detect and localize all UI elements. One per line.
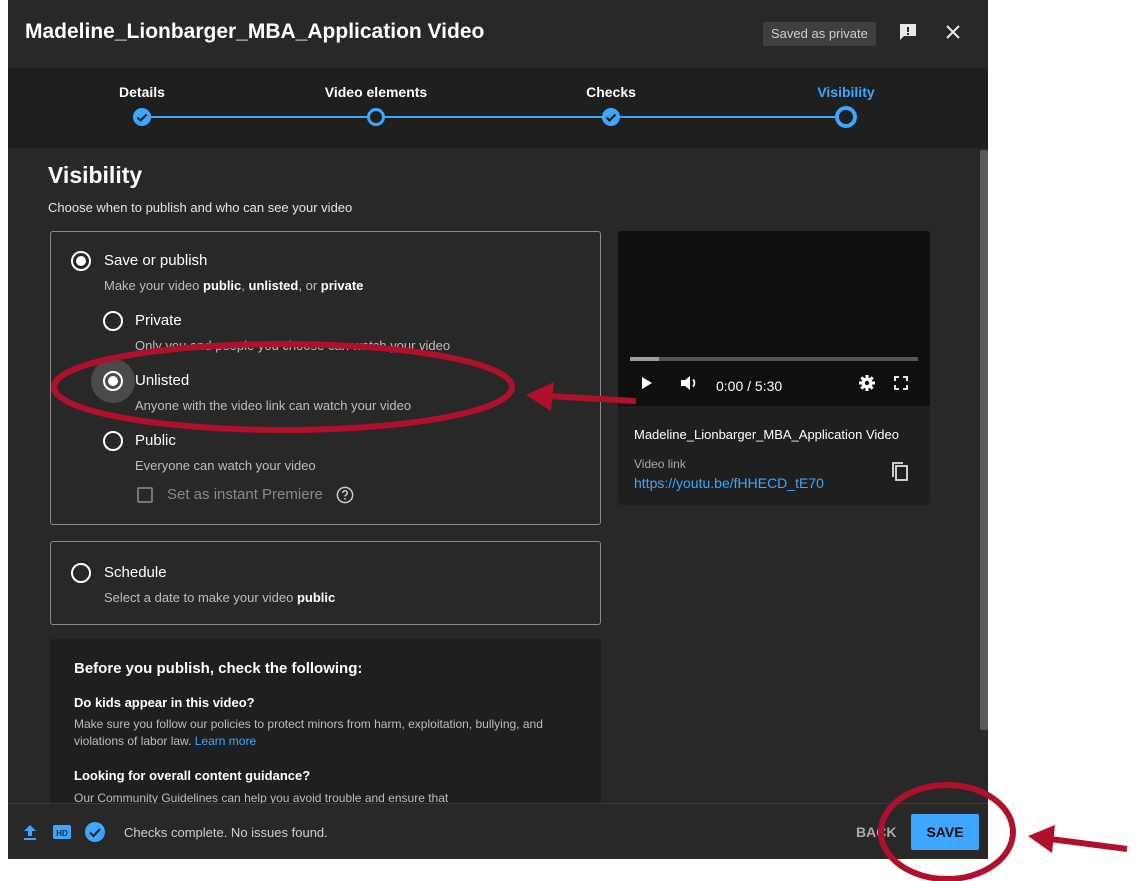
save-arrow-line (1049, 836, 1128, 852)
settings-gear-icon[interactable] (857, 373, 877, 393)
video-time: 0:00 / 5:30 (716, 378, 783, 394)
back-button[interactable]: BACK (856, 824, 896, 840)
video-progress-bar[interactable] (630, 357, 918, 361)
video-link[interactable]: https://youtu.be/fHHECD_tE70 (634, 475, 824, 491)
stepper-line (150, 116, 846, 118)
private-label: Private (135, 312, 182, 329)
save-or-publish-desc: Make your video public, unlisted, or pri… (104, 278, 364, 293)
schedule-desc: Select a date to make your video public (104, 590, 336, 605)
learn-more-link[interactable]: Learn more (195, 734, 256, 748)
instant-premiere-label: Set as instant Premiere (167, 486, 323, 503)
unlisted-desc: Anyone with the video link can watch you… (135, 398, 412, 413)
scrollbar[interactable] (980, 150, 988, 730)
private-desc: Only you and people you choose can watch… (135, 338, 451, 353)
checklist-question-kids: Do kids appear in this video? (74, 695, 255, 710)
publish-checklist: Before you publish, check the following:… (50, 639, 601, 803)
public-label: Public (135, 432, 176, 449)
video-preview-card: 0:00 / 5:30 Madeline_Lionbarger_MBA_Appl… (618, 231, 930, 505)
video-title: Madeline_Lionbarger_MBA_Application Vide… (634, 427, 899, 442)
dialog-footer: HD Checks complete. No issues found. BAC… (8, 803, 988, 859)
upload-dialog: Madeline_Lionbarger_MBA_Application Vide… (8, 0, 988, 859)
schedule-label: Schedule (104, 564, 167, 581)
page-title: Visibility (48, 162, 143, 188)
schedule-card: Schedule Select a date to make your vide… (50, 541, 601, 625)
hd-icon: HD (53, 825, 71, 839)
save-or-publish-card: Save or publish Make your video public, … (50, 231, 601, 525)
checklist-text-kids: Make sure you follow our policies to pro… (74, 717, 543, 748)
instant-premiere-checkbox[interactable] (137, 487, 153, 503)
save-or-publish-radio[interactable] (71, 251, 91, 271)
private-radio[interactable] (103, 311, 123, 331)
checklist-text-guidance: Our Community Guidelines can help you av… (74, 791, 449, 803)
svg-text:HD: HD (56, 829, 68, 838)
fullscreen-icon[interactable] (892, 373, 910, 393)
unlisted-radio[interactable] (103, 371, 123, 391)
checks-complete-icon (85, 822, 105, 842)
saved-status-badge: Saved as private (763, 22, 876, 46)
step-details[interactable]: Details (72, 84, 212, 100)
checklist-question-guidance: Looking for overall content guidance? (74, 768, 311, 783)
save-button[interactable]: SAVE (911, 814, 979, 850)
step-checks-check-icon (602, 108, 620, 126)
schedule-radio[interactable] (71, 563, 91, 583)
save-arrow-head (1028, 825, 1055, 853)
volume-icon[interactable] (678, 373, 702, 393)
close-icon[interactable] (943, 22, 963, 42)
save-or-publish-label: Save or publish (104, 252, 208, 269)
checks-status-text: Checks complete. No issues found. (124, 825, 328, 840)
step-checks[interactable]: Checks (541, 84, 681, 100)
page-subtitle: Choose when to publish and who can see y… (48, 200, 353, 215)
public-radio[interactable] (103, 431, 123, 451)
progress-stepper: Details Video elements Checks Visibility (8, 68, 988, 148)
checklist-title: Before you publish, check the following: (74, 660, 363, 677)
video-progress-fill (630, 357, 659, 361)
public-desc: Everyone can watch your video (135, 458, 316, 473)
feedback-icon[interactable] (898, 22, 918, 42)
play-icon[interactable] (638, 373, 656, 393)
copy-icon[interactable] (890, 461, 910, 483)
visibility-panel: Visibility Choose when to publish and wh… (8, 148, 978, 803)
dialog-header: Madeline_Lionbarger_MBA_Application Vide… (8, 0, 988, 69)
video-link-label: Video link (634, 457, 686, 471)
dialog-title: Madeline_Lionbarger_MBA_Application Vide… (25, 20, 485, 43)
unlisted-label: Unlisted (135, 372, 190, 389)
step-details-check-icon (133, 108, 151, 126)
upload-icon (24, 825, 36, 840)
step-visibility[interactable]: Visibility (776, 84, 916, 100)
help-icon[interactable] (336, 486, 354, 504)
video-player[interactable]: 0:00 / 5:30 (618, 231, 930, 406)
step-visibility-dot (835, 106, 857, 128)
step-video-elements[interactable]: Video elements (306, 84, 446, 100)
step-video-elements-dot (367, 108, 385, 126)
